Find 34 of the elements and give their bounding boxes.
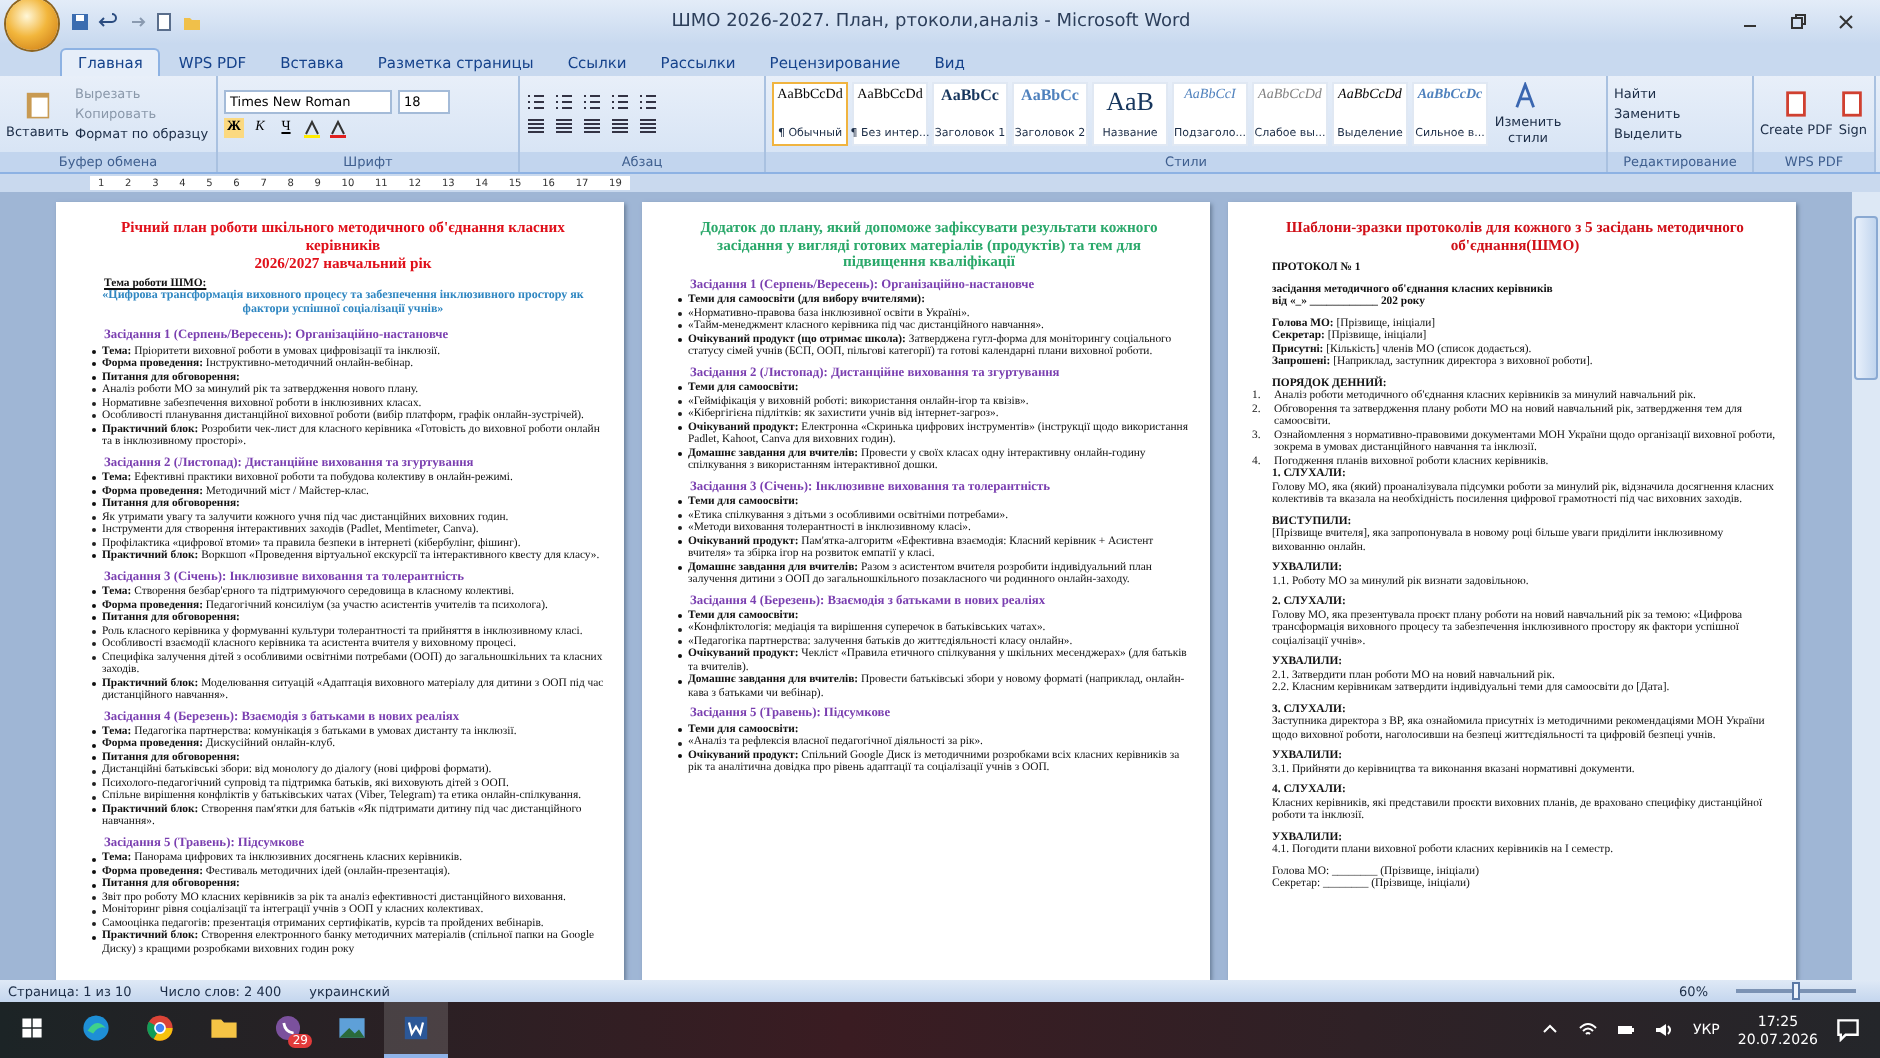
document-icon[interactable]	[402, 1014, 430, 1042]
windows-icon[interactable]	[20, 1016, 44, 1040]
image-icon[interactable]	[338, 1014, 366, 1042]
list-icon[interactable]	[526, 92, 546, 112]
clipboard-icon[interactable]	[21, 88, 54, 120]
document-icon[interactable]	[154, 12, 174, 32]
scroll-bar[interactable]	[1852, 192, 1880, 980]
office-button[interactable]	[6, 0, 58, 50]
folder-icon[interactable]	[210, 1014, 238, 1042]
notifications-icon[interactable]	[1836, 1018, 1860, 1042]
pdf-icon[interactable]	[1782, 90, 1811, 118]
align-icon[interactable]	[554, 116, 574, 136]
font-color-icon[interactable]	[328, 118, 348, 138]
highlight-icon[interactable]	[302, 118, 322, 138]
align-icon[interactable]	[582, 116, 602, 136]
close-icon[interactable]	[1836, 12, 1856, 32]
restore-icon[interactable]	[1788, 12, 1808, 32]
list-icon[interactable]	[582, 92, 602, 112]
taskbar-app[interactable]	[384, 1002, 448, 1058]
undo-icon[interactable]	[98, 12, 118, 32]
pdf-icon[interactable]	[1838, 90, 1867, 118]
browser-icon[interactable]	[146, 1014, 174, 1042]
align-icon[interactable]	[638, 116, 658, 136]
wifi-icon[interactable]	[1578, 1020, 1599, 1040]
list-icon[interactable]	[610, 92, 630, 112]
window-title: ШМО 2026-2027. План, ртоколи,аналіз - Microsoft Word	[669, 12, 1193, 32]
browser-icon[interactable]	[82, 1014, 110, 1042]
align-icon[interactable]	[526, 116, 546, 136]
align-icon[interactable]	[610, 116, 630, 136]
list-icon[interactable]	[554, 92, 574, 112]
save-icon[interactable]	[70, 12, 90, 32]
volume-icon[interactable]	[1654, 1020, 1675, 1040]
battery-icon[interactable]	[1616, 1020, 1637, 1040]
list-icon[interactable]	[638, 92, 658, 112]
